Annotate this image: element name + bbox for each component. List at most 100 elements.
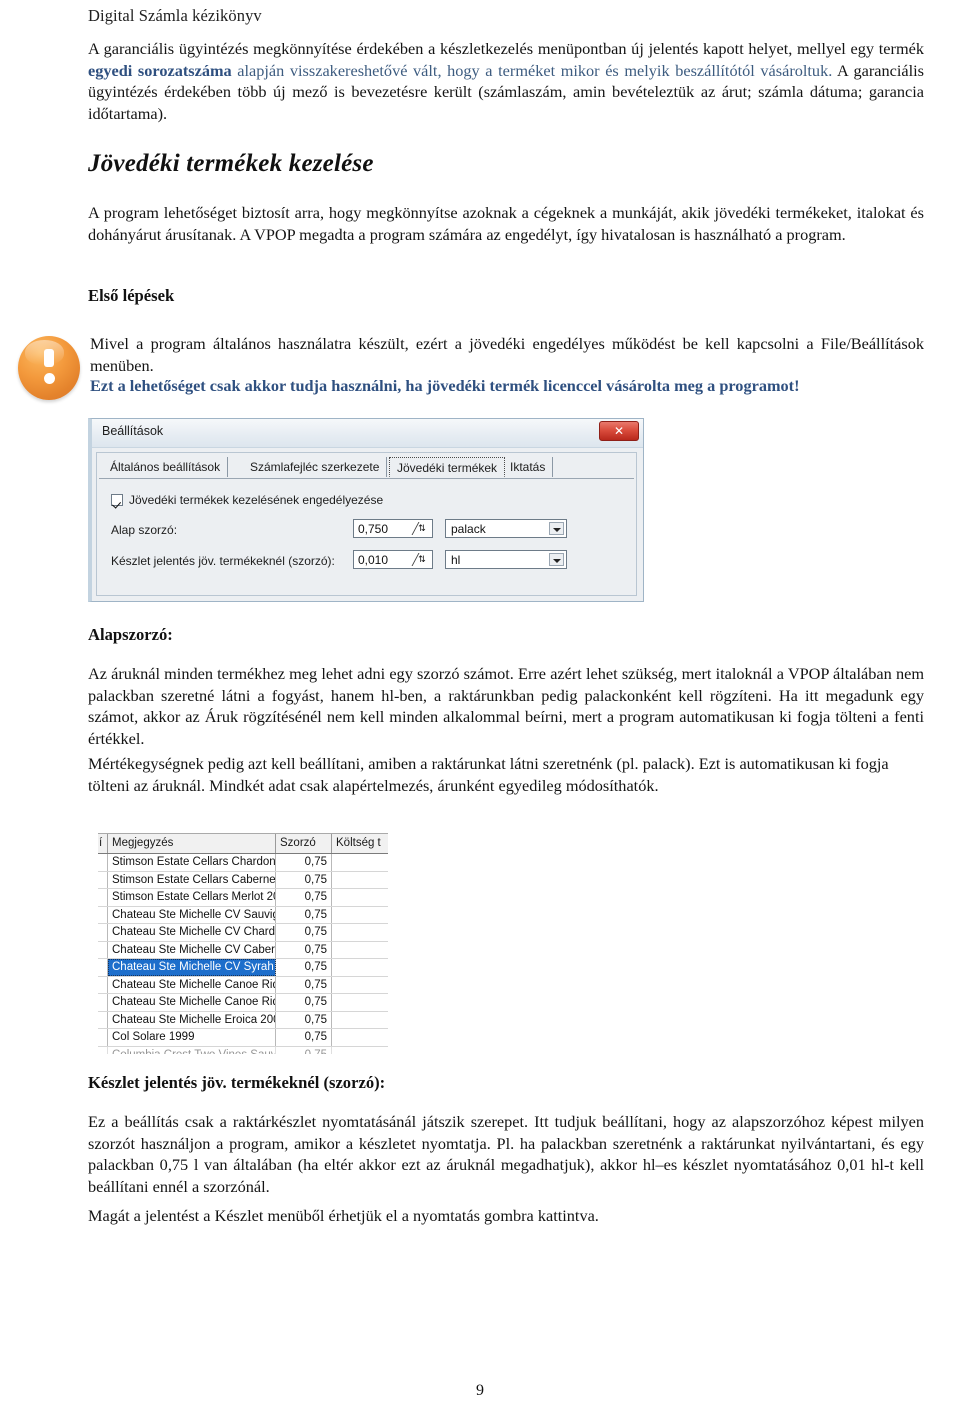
spinner-updown-icon[interactable]: ⇅ <box>414 521 430 536</box>
combo-alap-szorzo-value: palack <box>451 522 486 536</box>
tab-iktatas[interactable]: Iktatás <box>503 457 554 477</box>
table-row[interactable]: Stimson Estate Cellars Merlot 2003 0,75 <box>98 889 388 907</box>
grid-header-row: í Megjegyzés Szorzó Költség t <box>98 834 388 854</box>
intro-paragraph: A garanciális ügyintézés megkönnyítése é… <box>88 38 924 125</box>
grid-cell-szorzo: 0,75 <box>276 889 332 906</box>
warning-icon-bar <box>44 348 54 368</box>
alapszorzo-paragraph-1: Az áruknál minden termékhez meg lehet ad… <box>88 664 924 749</box>
grid-cell-szorzo: 0,75 <box>276 1046 332 1054</box>
dialog-tabstrip: Általános beállítások Számlafejléc szerk… <box>99 456 634 479</box>
grid-cell-index <box>98 1046 108 1054</box>
grid-cell-index <box>98 1029 108 1046</box>
grid-cell-szorzo: 0,75 <box>276 941 332 958</box>
checkbox-label: Jövedéki termékek kezelésének engedélyez… <box>129 493 384 507</box>
grid-cell-index <box>98 941 108 958</box>
grid-cell-szorzo: 0,75 <box>276 959 332 976</box>
chevron-down-icon[interactable] <box>549 522 564 535</box>
grid-cell-index <box>98 854 108 871</box>
grid-cell-koltseg <box>332 1047 386 1055</box>
grid-cell-megjegyzes: Columbia Crest Two Vines Sauvign <box>108 1046 276 1054</box>
checkbox-row-jovedeki-engedelyezese[interactable]: Jövedéki termékek kezelésének engedélyez… <box>111 493 383 507</box>
grid-cell-megjegyzes: Chateau Ste Michelle Eroica 2004 <box>108 1011 276 1028</box>
grid-cell-szorzo: 0,75 <box>276 1011 332 1028</box>
grid-cell-index <box>98 889 108 906</box>
grid-column-index: í <box>98 834 108 853</box>
intro-segment-1: A garanciális ügyintézés megkönnyítése é… <box>88 39 924 58</box>
table-row[interactable]: Chateau Ste Michelle Canoe Ridge 0,75 <box>98 994 388 1012</box>
grid-cell-koltseg <box>332 854 386 871</box>
spinner-updown-icon[interactable]: ⇅ <box>414 552 430 567</box>
grid-cell-szorzo: 0,75 <box>276 906 332 923</box>
grid-cell-koltseg <box>332 959 386 976</box>
tab-altalanos-beallitasok[interactable]: Általános beállítások <box>103 457 229 477</box>
combo-keszlet-jelentes-value: hl <box>451 553 461 567</box>
grid-cell-megjegyzes: Stimson Estate Cellars Chardonnay <box>108 854 276 871</box>
subheading-keszlet-jelentes: Készlet jelentés jöv. termékeknél (szorz… <box>88 1073 386 1092</box>
tab-szamlafejlec-szerkezete[interactable]: Számlafejléc szerkezete <box>243 457 388 477</box>
table-row[interactable]: Columbia Crest Two Vines Sauvign0,75 <box>98 1046 388 1055</box>
warning-icon-dot <box>43 373 55 385</box>
spinner-keszlet-jelentes-value: 0,010 <box>358 553 389 567</box>
table-row[interactable]: Chateau Ste Michelle CV Chardonn 0,75 <box>98 924 388 942</box>
grid-cell-szorzo: 0,75 <box>276 976 332 993</box>
grid-cell-megjegyzes: Chateau Ste Michelle CV Cabernet <box>108 941 276 958</box>
grid-cell-koltseg <box>332 924 386 941</box>
grid-cell-index <box>98 906 108 923</box>
grid-cell-szorzo: 0,75 <box>276 854 332 871</box>
combo-keszlet-jelentes-unit[interactable]: hl <box>445 550 567 569</box>
keszlet-jelentes-paragraph-1: Ez a beállítás csak a raktárkészlet nyom… <box>88 1112 924 1197</box>
document-page: Digital Számla kézikönyv A garanciális ü… <box>0 0 960 1406</box>
spinner-keszlet-jelentes[interactable]: 0,010 ⇅ <box>353 550 433 569</box>
spinner-alap-szorzo[interactable]: 0,750 ⇅ <box>353 519 433 538</box>
tab-jovedeki-termekek[interactable]: Jövedéki termékek <box>389 457 506 477</box>
alapszorzo-paragraph-2: Mértékegységnek pedig azt kell beállítan… <box>88 754 889 795</box>
grid-cell-index <box>98 959 108 976</box>
grid-cell-megjegyzes: Chateau Ste Michelle Canoe Ridge <box>108 994 276 1011</box>
table-row[interactable]: Chateau Ste Michelle CV Cabernet 0,75 <box>98 941 388 959</box>
table-row[interactable]: Chateau Ste Michelle Eroica 2004 0,75 <box>98 1011 388 1029</box>
table-row[interactable]: Stimson Estate Cellars Chardonnay 0,75 <box>98 854 388 872</box>
section-body-paragraph: A program lehetőséget biztosít arra, hog… <box>88 203 924 244</box>
grid-cell-index <box>98 924 108 941</box>
grid-column-szorzo: Szorzó <box>276 834 332 853</box>
table-row[interactable]: Col Solare 1999 0,75 <box>98 1029 388 1047</box>
grid-cell-megjegyzes: Col Solare 1999 <box>108 1029 276 1046</box>
checkbox-icon[interactable] <box>111 494 123 506</box>
table-row[interactable]: Stimson Estate Cellars Cabernet Sa0,75 <box>98 871 388 889</box>
grid-cell-megjegyzes: Chateau Ste Michelle CV Sauvigno <box>108 906 276 923</box>
intro-highlight-serial: egyedi sorozatszáma <box>88 60 232 80</box>
grid-cell-koltseg <box>332 907 386 924</box>
grid-column-koltseg: Költség t <box>336 837 381 849</box>
warning-exclamation-icon <box>18 336 80 400</box>
table-row[interactable]: Chateau Ste Michelle CV Syrah 20 0,75 <box>98 959 388 977</box>
grid-cell-index <box>98 994 108 1011</box>
running-header: Digital Számla kézikönyv <box>88 6 262 25</box>
combo-alap-szorzo-unit[interactable]: palack <box>445 519 567 538</box>
grid-cell-szorzo: 0,75 <box>276 994 332 1011</box>
grid-cell-szorzo: 0,75 <box>276 924 332 941</box>
grid-cell-index <box>98 1011 108 1028</box>
grid-cell-megjegyzes: Chateau Ste Michelle CV Chardonn <box>108 924 276 941</box>
table-row[interactable]: Chateau Ste Michelle CV Sauvigno 0,75 <box>98 906 388 924</box>
table-row[interactable]: Chateau Ste Michelle Canoe Ridge 0,75 <box>98 976 388 994</box>
keszlet-jelentes-paragraph-2: Magát a jelentést a Készlet menüből érhe… <box>88 1206 599 1225</box>
subheading-elso-lepesek: Első lépések <box>88 286 175 305</box>
grid-cell-koltseg <box>332 872 386 889</box>
grid-cell-koltseg <box>332 1029 386 1046</box>
field-label-alap-szorzo: Alap szorzó: <box>111 523 178 537</box>
chevron-down-icon[interactable] <box>549 553 564 566</box>
grid-cell-index <box>98 976 108 993</box>
grid-cell-koltseg <box>332 889 386 906</box>
grid-cell-koltseg <box>332 977 386 994</box>
grid-cell-megjegyzes: Chateau Ste Michelle Canoe Ridge <box>108 976 276 993</box>
close-icon[interactable]: ✕ <box>599 421 639 441</box>
grid-column-megjegyzes: Megjegyzés <box>108 834 276 853</box>
product-grid-screenshot: í Megjegyzés Szorzó Költség t Stimson Es… <box>98 833 388 1054</box>
grid-cell-megjegyzes: Chateau Ste Michelle CV Syrah 20 <box>108 959 276 976</box>
field-label-keszlet-jelentes: Készlet jelentés jöv. termékeknél (szorz… <box>111 554 335 568</box>
grid-cell-megjegyzes: Stimson Estate Cellars Merlot 2003 <box>108 889 276 906</box>
subheading-alapszorzo: Alapszorzó: <box>88 625 173 644</box>
section-heading-jovedeki: Jövedéki termékek kezelése <box>88 150 374 177</box>
grid-cell-koltseg <box>332 942 386 959</box>
grid-cell-szorzo: 0,75 <box>276 871 332 888</box>
